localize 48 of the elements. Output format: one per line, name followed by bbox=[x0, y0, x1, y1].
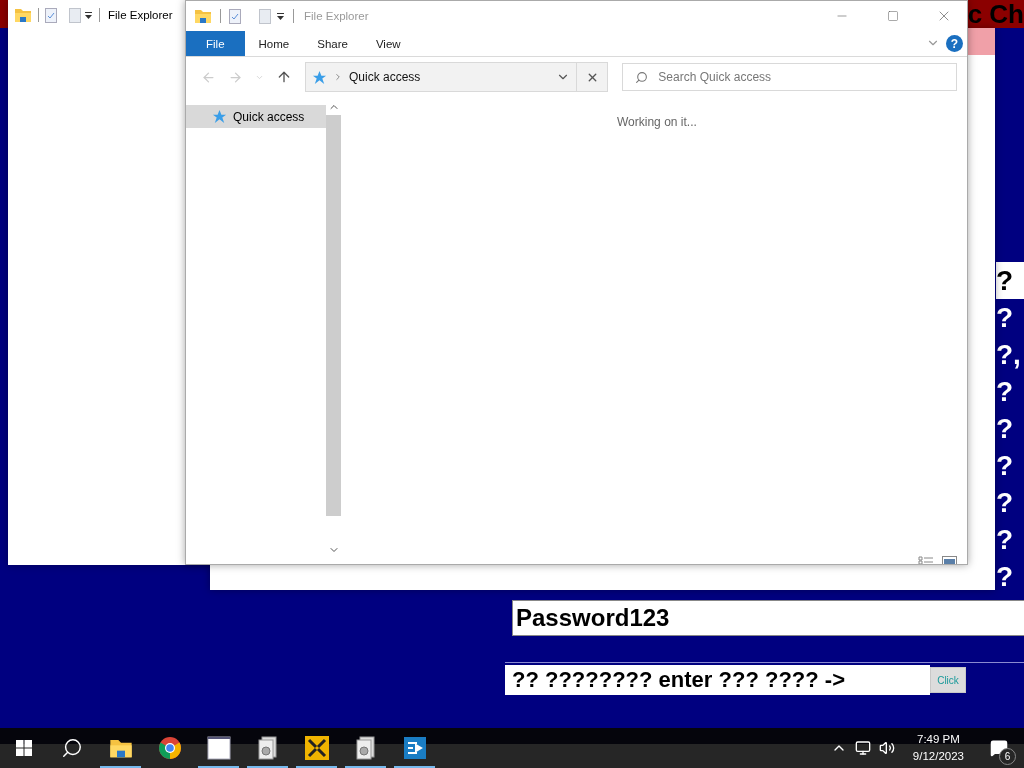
star-icon bbox=[212, 109, 227, 124]
document-icon bbox=[69, 7, 81, 23]
document-icon bbox=[259, 8, 271, 24]
windows-logo-icon bbox=[16, 740, 32, 756]
side-text: ? bbox=[996, 300, 1015, 335]
ribbon-tab[interactable]: Home bbox=[244, 31, 304, 56]
document-check-icon bbox=[45, 7, 57, 23]
search-icon bbox=[635, 70, 649, 84]
window-title: File Explorer bbox=[108, 9, 173, 21]
dropdown-caret-icon bbox=[276, 11, 285, 21]
browser-icon bbox=[157, 736, 182, 760]
side-text: ? bbox=[996, 522, 1015, 557]
document-check-icon bbox=[229, 8, 241, 24]
header-title: c Ch bbox=[967, 0, 1024, 30]
network-icon[interactable] bbox=[854, 740, 871, 756]
maximize-icon bbox=[887, 10, 899, 22]
side-text: ? bbox=[996, 559, 1015, 594]
search-icon bbox=[61, 737, 83, 759]
side-text: ? bbox=[996, 485, 1015, 520]
document-gear-icon bbox=[353, 736, 378, 760]
folder-icon bbox=[194, 7, 212, 25]
password-field[interactable]: Password123 bbox=[512, 600, 1024, 636]
side-text: ? bbox=[996, 374, 1015, 409]
side-text: ? bbox=[996, 262, 1024, 299]
status-text: Working on it... bbox=[617, 115, 697, 129]
side-text: ? bbox=[996, 411, 1015, 446]
address-bar[interactable]: Quick access bbox=[305, 62, 578, 92]
window-title: File Explorer bbox=[304, 10, 369, 22]
side-text: ? bbox=[996, 448, 1015, 483]
document-gear-icon bbox=[255, 736, 280, 760]
ribbon-tab[interactable]: View bbox=[361, 31, 415, 56]
chevron-icon bbox=[333, 72, 343, 82]
side-text: ?, bbox=[996, 337, 1022, 372]
remote-desktop-icon bbox=[402, 736, 427, 760]
ribbon-tab[interactable]: File bbox=[186, 31, 245, 56]
window-icon bbox=[206, 736, 231, 760]
folder-icon bbox=[14, 6, 32, 24]
dropdown-caret-icon bbox=[84, 10, 93, 20]
volume-icon[interactable] bbox=[878, 740, 895, 756]
clock[interactable]: 7:49 PM 9/12/2023 bbox=[912, 731, 964, 765]
prompt-field[interactable]: ?? ???????? enter ??? ???? -> bbox=[505, 665, 930, 695]
star-icon bbox=[312, 69, 327, 85]
help-button[interactable]: ? bbox=[946, 35, 963, 52]
arrows-icon bbox=[303, 735, 330, 761]
nav-item[interactable]: Quick access bbox=[186, 105, 326, 128]
notifications-button[interactable]: 6 bbox=[982, 728, 1016, 768]
ribbon-tab[interactable]: Share bbox=[303, 31, 362, 56]
search-field[interactable]: Search Quick access bbox=[622, 63, 957, 91]
